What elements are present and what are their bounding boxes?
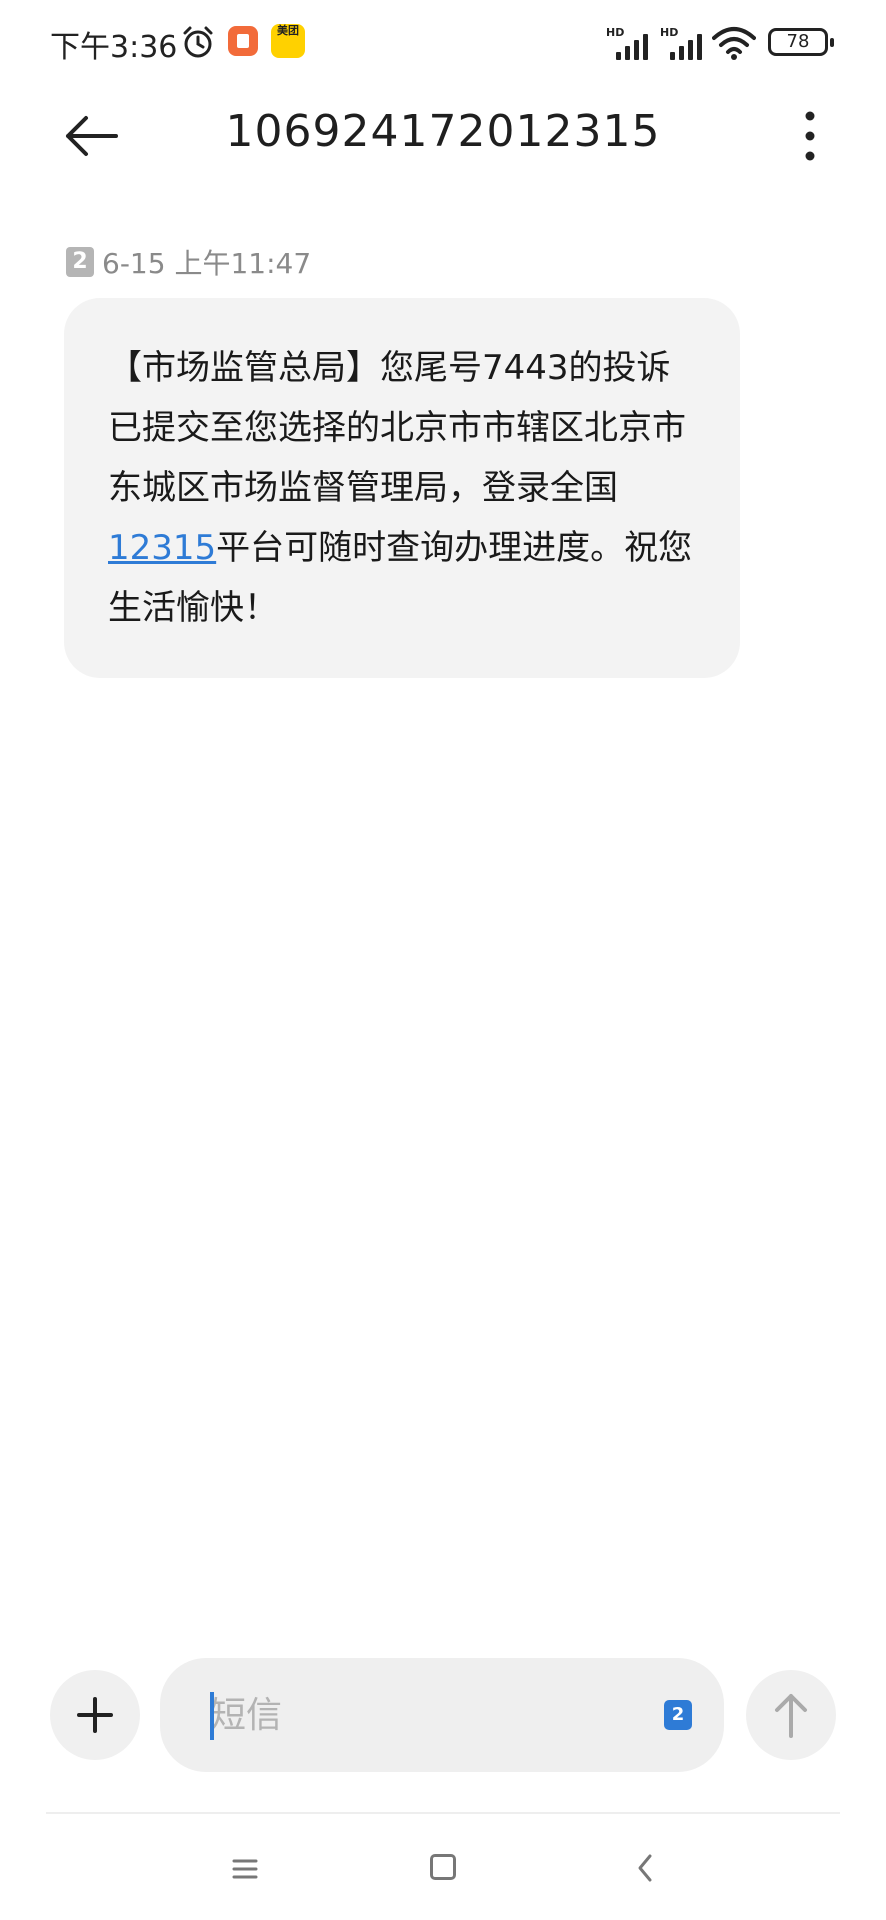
meituan-app-icon: 美团 [271, 24, 305, 58]
meituan-label: 美团 [277, 24, 299, 37]
cell-signal-1-icon: HD [606, 26, 658, 60]
plus-icon [77, 1697, 113, 1733]
recent-apps-icon[interactable] [230, 1854, 260, 1884]
message-composer: 2 [0, 1654, 886, 1784]
sim-card-icon: 2 [66, 247, 94, 277]
app-notification-icon [228, 26, 258, 56]
system-nav-bar [0, 1814, 886, 1920]
message-timestamp: 6-15 上午11:47 [102, 247, 312, 280]
conversation-header: 106924172012315 [0, 84, 886, 188]
more-options-icon[interactable] [790, 104, 830, 168]
sim-select-icon[interactable]: 2 [664, 1700, 692, 1730]
nav-back-icon[interactable] [632, 1852, 658, 1884]
send-button[interactable] [746, 1670, 836, 1760]
status-time: 下午3:36 [50, 30, 178, 65]
battery-level: 78 [786, 31, 810, 52]
send-arrow-icon [775, 1694, 807, 1738]
battery-icon: 78 [768, 28, 834, 56]
add-attachment-button[interactable] [50, 1670, 140, 1760]
home-button[interactable] [430, 1854, 456, 1880]
text-cursor [210, 1692, 214, 1740]
status-bar: 下午3:36 美团 HD HD 78 [0, 0, 886, 84]
alarm-clock-icon [183, 26, 213, 58]
page-title: 106924172012315 [225, 106, 661, 157]
message-input[interactable] [160, 1658, 724, 1772]
message-text: 【市场监管总局】您尾号7443的投诉已提交至您选择的北京市市辖区北京市东城区市场… [108, 348, 686, 508]
message-link[interactable]: 12315 [108, 528, 216, 568]
message-bubble[interactable]: 【市场监管总局】您尾号7443的投诉已提交至您选择的北京市市辖区北京市东城区市场… [64, 298, 740, 678]
cell-signal-2-icon: HD [660, 26, 712, 60]
message-meta: 2 6-15 上午11:47 [66, 246, 311, 280]
wifi-icon [712, 27, 756, 60]
